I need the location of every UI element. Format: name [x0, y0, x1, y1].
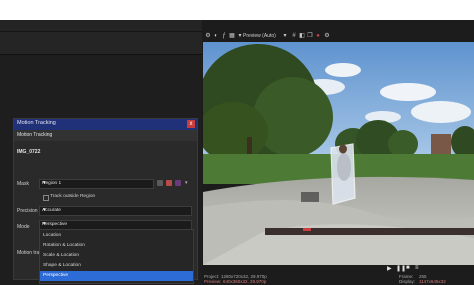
grid-overlay-icon[interactable]: #: [291, 33, 297, 39]
app-window: Motion Tracking x Motion Tracking IMG_07…: [0, 20, 474, 285]
left-topbar: [0, 20, 202, 32]
mask-add-icon[interactable]: [166, 180, 172, 186]
precision-select[interactable]: Accurate ▼: [39, 206, 192, 216]
close-button[interactable]: x: [187, 120, 195, 128]
clip-name: IMG_0722: [17, 149, 41, 155]
menu-icon[interactable]: ≡: [415, 265, 419, 271]
display-label: Display:: [399, 279, 416, 284]
preview-toolbar: ⚙ ◐ ƒ ▦ ▾ Preview (Auto) ▾ # ◧ ❐ ● ⚙: [203, 32, 474, 42]
mask-label: Mask: [17, 181, 29, 187]
preview-quality-label[interactable]: Preview (Auto): [243, 33, 276, 39]
grid-icon[interactable]: ▦: [229, 33, 235, 39]
dropdown-option[interactable]: Shape & Location: [40, 261, 193, 271]
chevron-down-icon: ▼: [42, 222, 47, 227]
chevron-down-icon[interactable]: ▾: [282, 33, 288, 39]
fx-icon[interactable]: ƒ: [221, 33, 227, 39]
tab-label: Motion Tracking: [17, 132, 53, 138]
mask-edit-icon[interactable]: [157, 180, 163, 186]
copy-icon[interactable]: ❐: [307, 33, 313, 39]
preview-res-value: 640x360x32, 29.970p: [223, 279, 267, 284]
mode-label: Mode: [17, 224, 30, 230]
left-workspace: Motion Tracking x Motion Tracking IMG_07…: [0, 20, 202, 285]
left-toolbar-band: [0, 32, 202, 55]
track-outside-label: Track outside Region: [50, 194, 96, 199]
dropdown-icon[interactable]: ▼: [184, 180, 188, 185]
video-frame[interactable]: [203, 42, 474, 265]
mask-options-icon[interactable]: [175, 180, 181, 186]
dialog-title: Motion Tracking: [17, 120, 56, 126]
record-icon[interactable]: ●: [315, 33, 321, 39]
stop-icon[interactable]: ■: [406, 265, 410, 271]
chevron-down-icon: ▼: [42, 208, 47, 213]
dropdown-option[interactable]: Scale & Location: [40, 251, 193, 261]
chevron-down-icon: ▼: [42, 181, 47, 186]
mask-select[interactable]: Region 1 ▼: [39, 179, 154, 189]
gear-icon[interactable]: ⚙: [205, 33, 211, 39]
channels-icon[interactable]: ◧: [299, 33, 305, 39]
pause-icon[interactable]: ❚❚: [396, 265, 406, 272]
dialog-title-bar[interactable]: Motion Tracking x: [14, 119, 197, 130]
motion-tracking-dialog: Motion Tracking x Motion Tracking IMG_07…: [13, 118, 198, 284]
split-icon[interactable]: ◐: [213, 33, 219, 39]
play-icon[interactable]: ▶: [387, 265, 392, 272]
mode-dropdown-list: Location Rotation & Location Scale & Loc…: [39, 229, 194, 284]
dropdown-option[interactable]: Rotation & Location: [40, 241, 193, 251]
dropdown-option-selected[interactable]: Perspective: [40, 271, 193, 281]
track-outside-checkbox[interactable]: [43, 195, 49, 201]
tab-motion-tracking[interactable]: Motion Tracking: [14, 130, 197, 141]
precision-label: Precision: [17, 208, 38, 214]
display-value: 1147x645x32: [419, 279, 446, 284]
skatepark-scene-image: [203, 42, 474, 265]
preview-panel: ⚙ ◐ ƒ ▦ ▾ Preview (Auto) ▾ # ◧ ❐ ● ⚙ ▶ ❚…: [203, 20, 474, 285]
settings-icon[interactable]: ⚙: [324, 33, 330, 39]
transport-bar: ▶ ❚❚ ■ ≡: [203, 265, 474, 273]
preview-res-label: Preview:: [204, 279, 222, 284]
dropdown-option[interactable]: Location: [40, 231, 193, 241]
